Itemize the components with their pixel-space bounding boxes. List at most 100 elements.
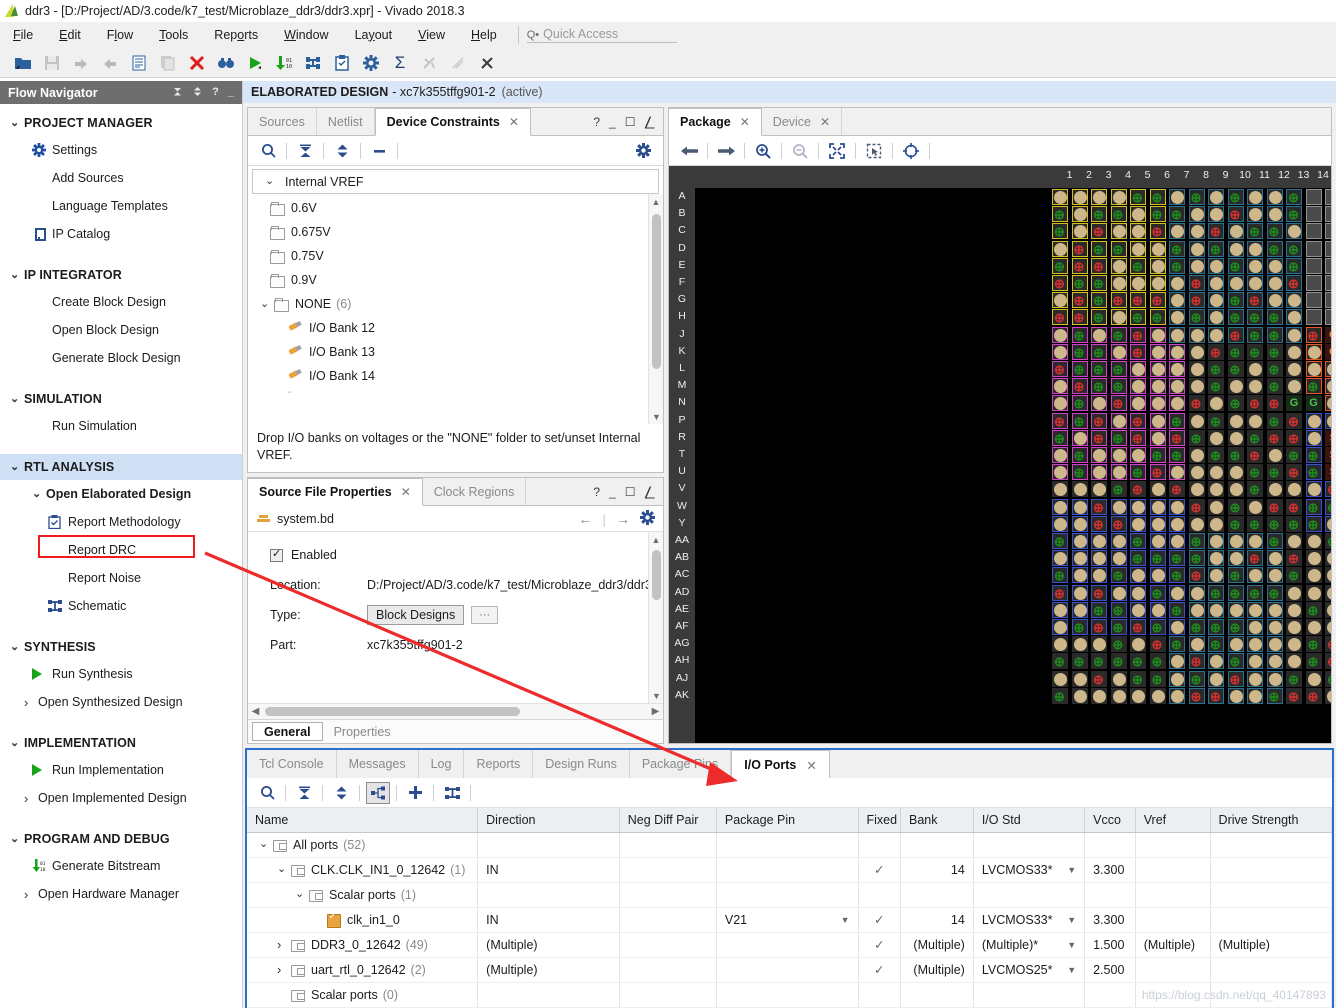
package-pin[interactable]: ⊕ (1188, 618, 1206, 636)
cell-name[interactable]: › DDR3_0_12642 (49) (247, 932, 479, 958)
flownav-group-ip-integrator[interactable]: ⌄ IP INTEGRATOR (0, 262, 242, 288)
package-pin[interactable] (1168, 463, 1186, 481)
package-pin[interactable]: ⊕ (1110, 601, 1128, 619)
sidebar-item-open-block-design[interactable]: Open Block Design (0, 316, 242, 344)
package-pin[interactable]: ⊕ (1110, 480, 1128, 498)
chevron-down-icon[interactable]: ▼ (1067, 940, 1076, 950)
package-pin[interactable] (1149, 532, 1167, 550)
package-pin[interactable] (1207, 429, 1225, 447)
package-pin[interactable]: ⊕ (1168, 549, 1186, 567)
package-pin[interactable] (1246, 205, 1264, 223)
popout-icon[interactable]: ⎳ (645, 116, 656, 128)
package-pin[interactable] (1168, 308, 1186, 326)
package-pin[interactable] (1207, 257, 1225, 275)
package-pin[interactable]: ⊕ (1324, 670, 1331, 688)
package-pin[interactable] (1207, 652, 1225, 670)
package-pin[interactable] (1071, 687, 1089, 705)
package-pin[interactable]: ⊕ (1188, 308, 1206, 326)
package-pin[interactable] (1149, 480, 1167, 498)
menu-flow[interactable]: Flow (94, 25, 146, 45)
sidebar-item-run-synthesis[interactable]: Run Synthesis (0, 660, 242, 688)
package-pin[interactable] (1110, 188, 1128, 206)
package-pin[interactable] (1285, 360, 1303, 378)
package-pin[interactable] (1324, 377, 1331, 395)
sidebar-item-report-noise[interactable]: Report Noise (0, 564, 242, 592)
tree-node-0.75v[interactable]: 0.75V (248, 244, 663, 268)
chevron-down-icon[interactable]: ⌄ (277, 864, 291, 875)
expand-all-icon[interactable] (330, 140, 354, 162)
package-pin[interactable]: ⊕ (1305, 687, 1323, 705)
package-pin[interactable]: ⊕ (1071, 652, 1089, 670)
package-pin[interactable]: ⊕ (1071, 326, 1089, 344)
table-row[interactable]: › uart_rtl_0_12642 (2) (Multiple) ✓ (Mul… (247, 957, 1332, 983)
help-icon[interactable]: ? (212, 87, 219, 98)
package-pin[interactable] (1305, 618, 1323, 636)
menu-reports[interactable]: Reports (201, 25, 271, 45)
package-pin[interactable] (1266, 670, 1284, 688)
package-pin[interactable]: ⊕ (1168, 257, 1186, 275)
settings-icon[interactable] (640, 509, 655, 528)
package-pin[interactable]: C (1324, 343, 1331, 361)
sidebar-item-generate-block-design[interactable]: Generate Block Design (0, 344, 242, 372)
package-pin[interactable]: ⊕ (1324, 652, 1331, 670)
package-pin[interactable] (1266, 257, 1284, 275)
package-pin[interactable]: ⊕ (1207, 635, 1225, 653)
package-pin[interactable]: ⊕ (1071, 291, 1089, 309)
package-pin[interactable]: ⊕ (1129, 343, 1147, 361)
tree-node-io-bank-13[interactable]: I/O Bank 13 (248, 340, 663, 364)
schematic-icon[interactable] (440, 782, 464, 804)
package-pin[interactable]: ⊕ (1285, 412, 1303, 430)
package-pin[interactable]: ⊕ (1246, 291, 1264, 309)
tree-node-0.675v[interactable]: 0.675V (248, 220, 663, 244)
package-pin[interactable] (1090, 463, 1108, 481)
package-pin[interactable]: ⊕ (1090, 205, 1108, 223)
package-pin[interactable]: ⊕ (1207, 360, 1225, 378)
package-pin[interactable] (1071, 498, 1089, 516)
package-pin[interactable] (1168, 394, 1186, 412)
package-pin[interactable] (1285, 308, 1303, 326)
hscrollbar-thumb[interactable] (265, 707, 520, 716)
sidebar-item-report-drc[interactable]: Report DRC (0, 536, 242, 564)
package-pin[interactable]: ⊕ (1110, 291, 1128, 309)
package-pin[interactable] (1305, 549, 1323, 567)
package-pin[interactable] (1285, 291, 1303, 309)
collapse-all-icon[interactable] (172, 86, 183, 100)
package-pin[interactable]: ⊕ (1285, 240, 1303, 258)
package-pin[interactable]: ⊕ (1051, 412, 1069, 430)
package-pin[interactable]: ⊕ (1305, 446, 1323, 464)
package-pin[interactable]: ⊕ (1168, 480, 1186, 498)
package-pin[interactable]: ⊕ (1168, 205, 1186, 223)
package-pin[interactable]: ⊕ (1129, 532, 1147, 550)
close-x-icon[interactable] (184, 51, 210, 75)
package-pin[interactable] (1246, 360, 1264, 378)
package-pin[interactable] (1110, 687, 1128, 705)
popout-icon[interactable]: ⎳ (645, 486, 656, 498)
package-pin[interactable]: ⊕ (1168, 601, 1186, 619)
package-pin[interactable] (1051, 618, 1069, 636)
package-pin[interactable]: ⊕ (1246, 515, 1264, 533)
package-pin[interactable]: ⊕ (1168, 429, 1186, 447)
package-pin[interactable] (1051, 291, 1069, 309)
package-pin[interactable] (1110, 670, 1128, 688)
binoculars-icon[interactable] (213, 51, 239, 75)
package-pin[interactable] (1188, 257, 1206, 275)
tab-package[interactable]: Package ✕ (669, 108, 762, 136)
package-pin[interactable] (1246, 498, 1264, 516)
package-pin[interactable]: ⊕ (1149, 188, 1167, 206)
package-pin[interactable] (1324, 188, 1331, 206)
package-pin[interactable] (1071, 515, 1089, 533)
package-pin[interactable] (1071, 188, 1089, 206)
package-pin[interactable] (1188, 480, 1206, 498)
package-pin[interactable]: ⊕ (1227, 326, 1245, 344)
package-pin[interactable] (1227, 222, 1245, 240)
package-pin[interactable] (1129, 360, 1147, 378)
package-pin[interactable] (1305, 532, 1323, 550)
package-pin[interactable] (1090, 549, 1108, 567)
package-pin[interactable] (1149, 412, 1167, 430)
package-pin[interactable] (1051, 240, 1069, 258)
package-pin[interactable]: S (1324, 429, 1331, 447)
package-pin[interactable] (1246, 618, 1264, 636)
close-icon[interactable]: ✕ (806, 758, 816, 773)
package-pin[interactable] (1051, 394, 1069, 412)
package-pin[interactable]: ⊕ (1246, 394, 1264, 412)
